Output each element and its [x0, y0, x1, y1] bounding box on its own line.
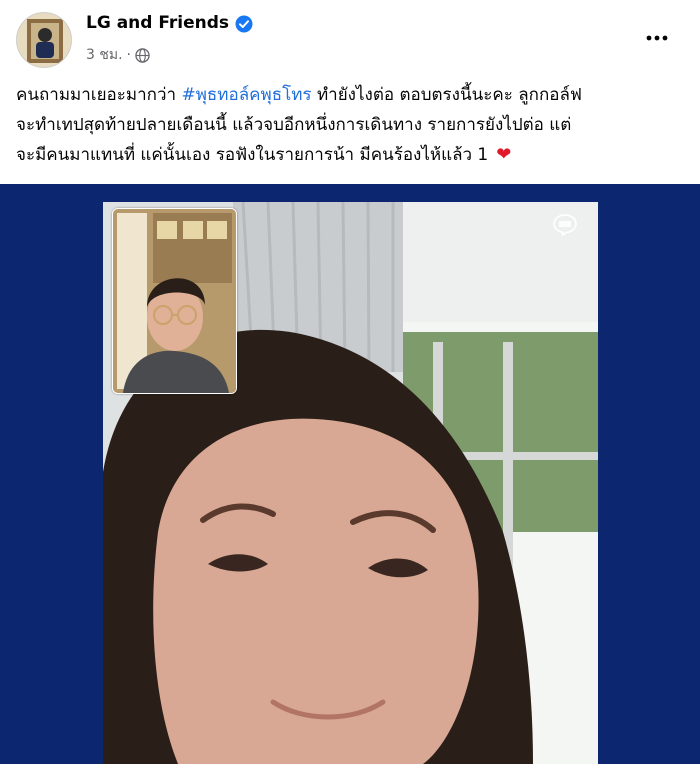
heart-emoji: ❤	[496, 144, 512, 165]
post-timestamp[interactable]: 3 ชม.	[86, 44, 123, 66]
post-header: LG and Friends 3 ชม. ·	[0, 0, 700, 80]
page-avatar[interactable]	[16, 12, 72, 68]
post-text-segment: คนถามมาเยอะมากว่า	[16, 85, 182, 105]
hashtag-link[interactable]: #พุธทอล์คพุธโทร	[181, 85, 311, 105]
post-line-3: จะมีคนมาแทนที่ แค่นั้นเอง รอฟังในรายการน…	[16, 140, 686, 170]
globe-icon[interactable]	[135, 47, 150, 63]
verified-badge-icon	[235, 15, 253, 33]
avatar-image	[17, 13, 71, 67]
post-message: คนถามมาเยอะมากว่า #พุธทอล์คพุธโทร ทำยังไ…	[16, 80, 686, 170]
pip-image	[113, 209, 236, 393]
post-photo[interactable]	[0, 184, 700, 764]
more-options-icon[interactable]	[643, 24, 671, 52]
post-meta: 3 ชม. ·	[86, 44, 150, 66]
post-line-2: จะทำเทปสุดท้ายปลายเดือนนี้ แล้วจบอีกหนึ่…	[16, 115, 572, 135]
post-text-segment: ทำยังไงต่อ ตอบตรงนี้นะคะ ลูกกอล์ฟ	[311, 85, 582, 105]
post-line-1: คนถามมาเยอะมากว่า #พุธทอล์คพุธโทร ทำยังไ…	[16, 80, 686, 110]
meta-separator: ·	[126, 47, 131, 63]
line-app-icon	[553, 214, 577, 236]
post-text-segment: จะมีคนมาแทนที่ แค่นั้นเอง รอฟังในรายการน…	[16, 145, 489, 165]
pip-video-thumbnail	[112, 208, 237, 394]
page-name[interactable]: LG and Friends	[86, 13, 229, 33]
